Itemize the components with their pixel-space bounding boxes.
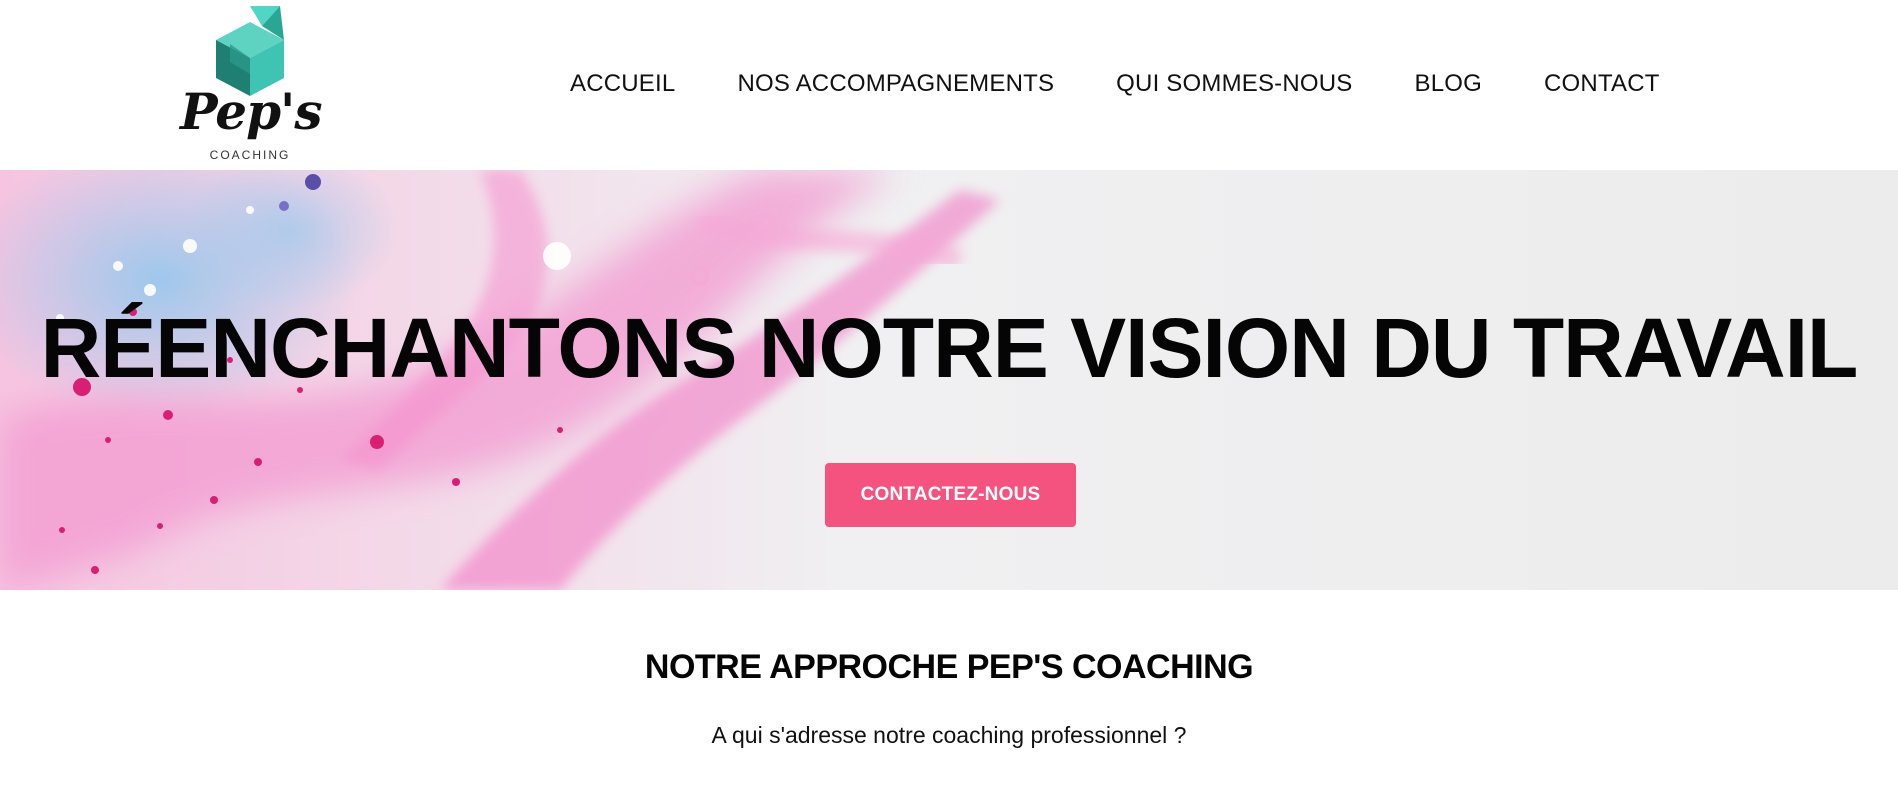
hero-title: RÉENCHANTONS NOTRE VISION DU TRAVAIL bbox=[40, 301, 1859, 395]
nav-item-qui-sommes-nous[interactable]: QUI SOMMES-NOUS bbox=[1116, 70, 1352, 98]
hero-banner: RÉENCHANTONS NOTRE VISION DU TRAVAIL CON… bbox=[0, 170, 1898, 590]
nav-item-contact[interactable]: CONTACT bbox=[1544, 70, 1660, 98]
section-subtitle: A qui s'adresse notre coaching professio… bbox=[711, 722, 1187, 748]
nav-item-accueil[interactable]: ACCUEIL bbox=[570, 70, 675, 98]
nav-item-blog[interactable]: BLOG bbox=[1415, 70, 1483, 98]
nav-item-accompagnements[interactable]: NOS ACCOMPAGNEMENTS bbox=[737, 70, 1054, 98]
section-title: NOTRE APPROCHE PEP'S COACHING bbox=[644, 648, 1254, 686]
site-logo[interactable]: Pep's COACHING bbox=[180, 4, 322, 164]
site-header: Pep's COACHING ACCUEIL NOS ACCOMPAGNEMEN… bbox=[0, 0, 1898, 170]
main-nav: ACCUEIL NOS ACCOMPAGNEMENTS QUI SOMMES-N… bbox=[570, 70, 1660, 98]
logo-wordmark: Pep's bbox=[180, 82, 322, 141]
contact-us-button[interactable]: CONTACTEZ-NOUS bbox=[825, 463, 1076, 527]
logo-tagline: COACHING bbox=[209, 148, 291, 162]
